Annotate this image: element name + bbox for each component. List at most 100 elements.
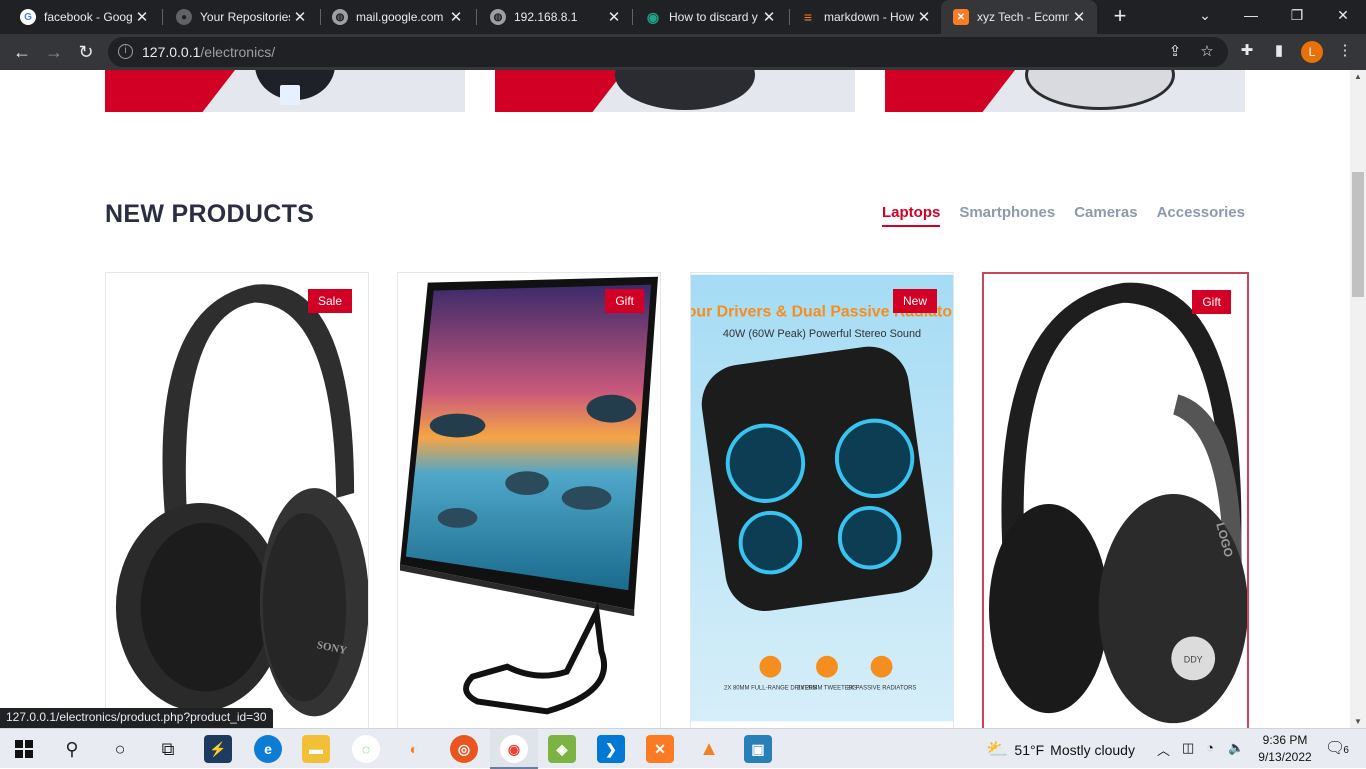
- side-panel-icon[interactable]: ▮: [1270, 42, 1288, 60]
- cortana-icon[interactable]: ○: [106, 735, 134, 763]
- product-card[interactable]: Gift: [397, 272, 661, 728]
- chrome-icon[interactable]: ◉: [500, 735, 528, 763]
- google-icon: G: [20, 9, 36, 25]
- windows-start-icon[interactable]: [10, 735, 38, 763]
- product-card[interactable]: SONY Sale: [105, 272, 369, 728]
- tab-title: 192.168.8.1: [514, 10, 578, 24]
- product-image-headphones[interactable]: DDY LOGO: [984, 274, 1247, 724]
- address-url[interactable]: 127.0.0.1/electronics/: [142, 44, 275, 60]
- product-badge: New: [892, 289, 937, 313]
- restore-icon[interactable]: ❐: [1274, 0, 1320, 34]
- eye-icon: ◉: [646, 8, 660, 25]
- jupyter-icon[interactable]: ◐: [400, 735, 428, 763]
- minimize-icon[interactable]: —: [1228, 0, 1274, 34]
- tab-smartphones[interactable]: Smartphones: [959, 204, 1055, 225]
- browser-toolbar: ← → ↻ i 127.0.0.1/electronics/ ⇪ ☆ ✚ ▮ L…: [0, 34, 1366, 70]
- product-image-headphones[interactable]: SONY: [106, 273, 368, 723]
- page-scrollbar[interactable]: ▲ ▼: [1350, 70, 1366, 728]
- tab-xyz-tech[interactable]: ✕ xyz Tech - Ecomm ✕: [941, 0, 1097, 34]
- section-title: NEW PRODUCTS: [105, 200, 315, 228]
- tab-laptops[interactable]: Laptops: [882, 204, 941, 227]
- link-status-url: 127.0.0.1/electronics/product.php?produc…: [0, 708, 273, 728]
- product-image-desktop[interactable]: [398, 273, 660, 723]
- file-explorer-icon[interactable]: ▬: [302, 735, 330, 763]
- clock-date: 9/13/2022: [1258, 750, 1312, 764]
- tab-title: How to discard y: [669, 10, 758, 24]
- scroll-up-icon[interactable]: ▲: [1350, 72, 1366, 81]
- product-badge: Gift: [605, 289, 644, 313]
- tab-repositories[interactable]: ● Your Repositories ✕: [156, 0, 318, 34]
- speaker-subline: 40W (60W Peak) Powerful Stereo Sound: [723, 328, 921, 340]
- weather-widget[interactable]: ⛅ 51°F Mostly cloudy: [986, 739, 1135, 760]
- reload-icon[interactable]: ↻: [74, 40, 98, 64]
- photos-icon[interactable]: ▣: [744, 735, 772, 763]
- close-tab-icon[interactable]: ✕: [290, 8, 310, 26]
- task-view-icon[interactable]: ⧉: [154, 735, 182, 763]
- tab-strip: G facebook - Goog ✕ ● Your Repositories …: [0, 0, 1366, 34]
- scroll-thumb[interactable]: [1352, 172, 1364, 297]
- close-tab-icon[interactable]: ✕: [132, 8, 152, 26]
- category-tabs: Laptops Smartphones Cameras Accessories: [863, 204, 1245, 227]
- meet-now-icon[interactable]: ◫: [1182, 740, 1194, 756]
- tab-title: Your Repositories: [200, 10, 290, 24]
- wifi-icon[interactable]: ◔: [1206, 740, 1214, 755]
- vscode-icon[interactable]: ❯: [597, 735, 625, 763]
- share-icon[interactable]: ⇪: [1166, 43, 1184, 61]
- forward-icon[interactable]: →: [42, 40, 66, 64]
- close-tab-icon[interactable]: ✕: [446, 8, 466, 26]
- clock-time: 9:36 PM: [1262, 733, 1308, 747]
- windows-taskbar: ⚲ ○ ⧉ ⚡ e ▬ ◌ ◐ ◎ ◉ ◈ ❯ ✕ ▲ ▣ ⛅ 51°F Mos…: [0, 728, 1366, 769]
- shop-banner-laptops[interactable]: [105, 70, 465, 112]
- app-icon-green[interactable]: ◌: [352, 735, 380, 763]
- close-tab-icon[interactable]: ✕: [759, 8, 779, 26]
- menu-icon[interactable]: ⋮: [1336, 42, 1354, 60]
- xampp-icon[interactable]: ✕: [646, 735, 674, 763]
- volume-icon[interactable]: 🔈: [1228, 740, 1244, 756]
- page-viewport: NEW PRODUCTS Laptops Smartphones Cameras…: [0, 70, 1350, 728]
- close-tab-icon[interactable]: ✕: [604, 8, 624, 26]
- scroll-down-icon[interactable]: ▼: [1350, 717, 1366, 726]
- bookmark-star-icon[interactable]: ☆: [1198, 43, 1216, 61]
- search-icon[interactable]: ⚲: [58, 735, 86, 763]
- address-bar[interactable]: i 127.0.0.1/electronics/ ⇪ ☆: [108, 37, 1228, 67]
- tab-discard[interactable]: ◉ How to discard y ✕: [625, 0, 787, 34]
- product-image-speaker[interactable]: Four Drivers & Dual Passive Radiators 40…: [691, 273, 953, 723]
- tab-mail[interactable]: ◍ mail.google.com ✕: [312, 0, 474, 34]
- new-tab-icon[interactable]: +: [1108, 4, 1132, 28]
- tab-title: markdown - How: [824, 10, 914, 24]
- globe-icon: ◍: [332, 9, 348, 25]
- tab-title: mail.google.com: [356, 10, 444, 24]
- tab-facebook[interactable]: G facebook - Goog ✕: [0, 0, 160, 34]
- close-tab-icon[interactable]: ✕: [914, 8, 934, 26]
- back-icon[interactable]: ←: [10, 40, 34, 64]
- tab-accessories[interactable]: Accessories: [1157, 204, 1245, 225]
- shop-banner-accessories[interactable]: [495, 70, 855, 112]
- tab-title: xyz Tech - Ecomm: [977, 10, 1069, 24]
- stackoverflow-icon: ≡: [803, 9, 813, 25]
- url-path: /electronics/: [200, 44, 276, 60]
- tab-search-icon[interactable]: ⌄: [1182, 0, 1228, 34]
- app-icon-1[interactable]: ⚡: [204, 735, 232, 763]
- extensions-icon[interactable]: ✚: [1238, 42, 1256, 60]
- edge-icon[interactable]: e: [254, 735, 282, 763]
- xampp-icon: ✕: [953, 9, 969, 25]
- shop-banner-cameras[interactable]: [885, 70, 1245, 112]
- ubuntu-icon[interactable]: ◎: [450, 735, 478, 763]
- product-card[interactable]: DDY LOGO Gift: [982, 272, 1249, 728]
- weather-text: Mostly cloudy: [1050, 741, 1135, 758]
- profile-avatar[interactable]: L: [1301, 41, 1323, 63]
- tray-overflow-icon[interactable]: ︿: [1157, 740, 1170, 759]
- tab-markdown[interactable]: ≡ markdown - How ✕: [780, 0, 942, 34]
- tab-title: facebook - Goog: [44, 10, 132, 24]
- speaker-feature: 2X PASSIVE RADIATORS: [847, 686, 917, 692]
- tab-cameras[interactable]: Cameras: [1074, 204, 1137, 225]
- system-clock[interactable]: 9:36 PM 9/13/2022: [1250, 732, 1320, 766]
- close-window-icon[interactable]: ✕: [1320, 0, 1366, 34]
- notifications-icon[interactable]: 🗨6: [1325, 738, 1349, 758]
- site-info-icon[interactable]: i: [118, 44, 133, 59]
- product-card[interactable]: Four Drivers & Dual Passive Radiators 40…: [690, 272, 954, 728]
- bluestacks-icon[interactable]: ◈: [548, 735, 576, 763]
- vlc-icon[interactable]: ▲: [695, 735, 723, 763]
- tab-router[interactable]: ◍ 192.168.8.1 ✕: [470, 0, 632, 34]
- close-tab-icon[interactable]: ✕: [1069, 8, 1089, 26]
